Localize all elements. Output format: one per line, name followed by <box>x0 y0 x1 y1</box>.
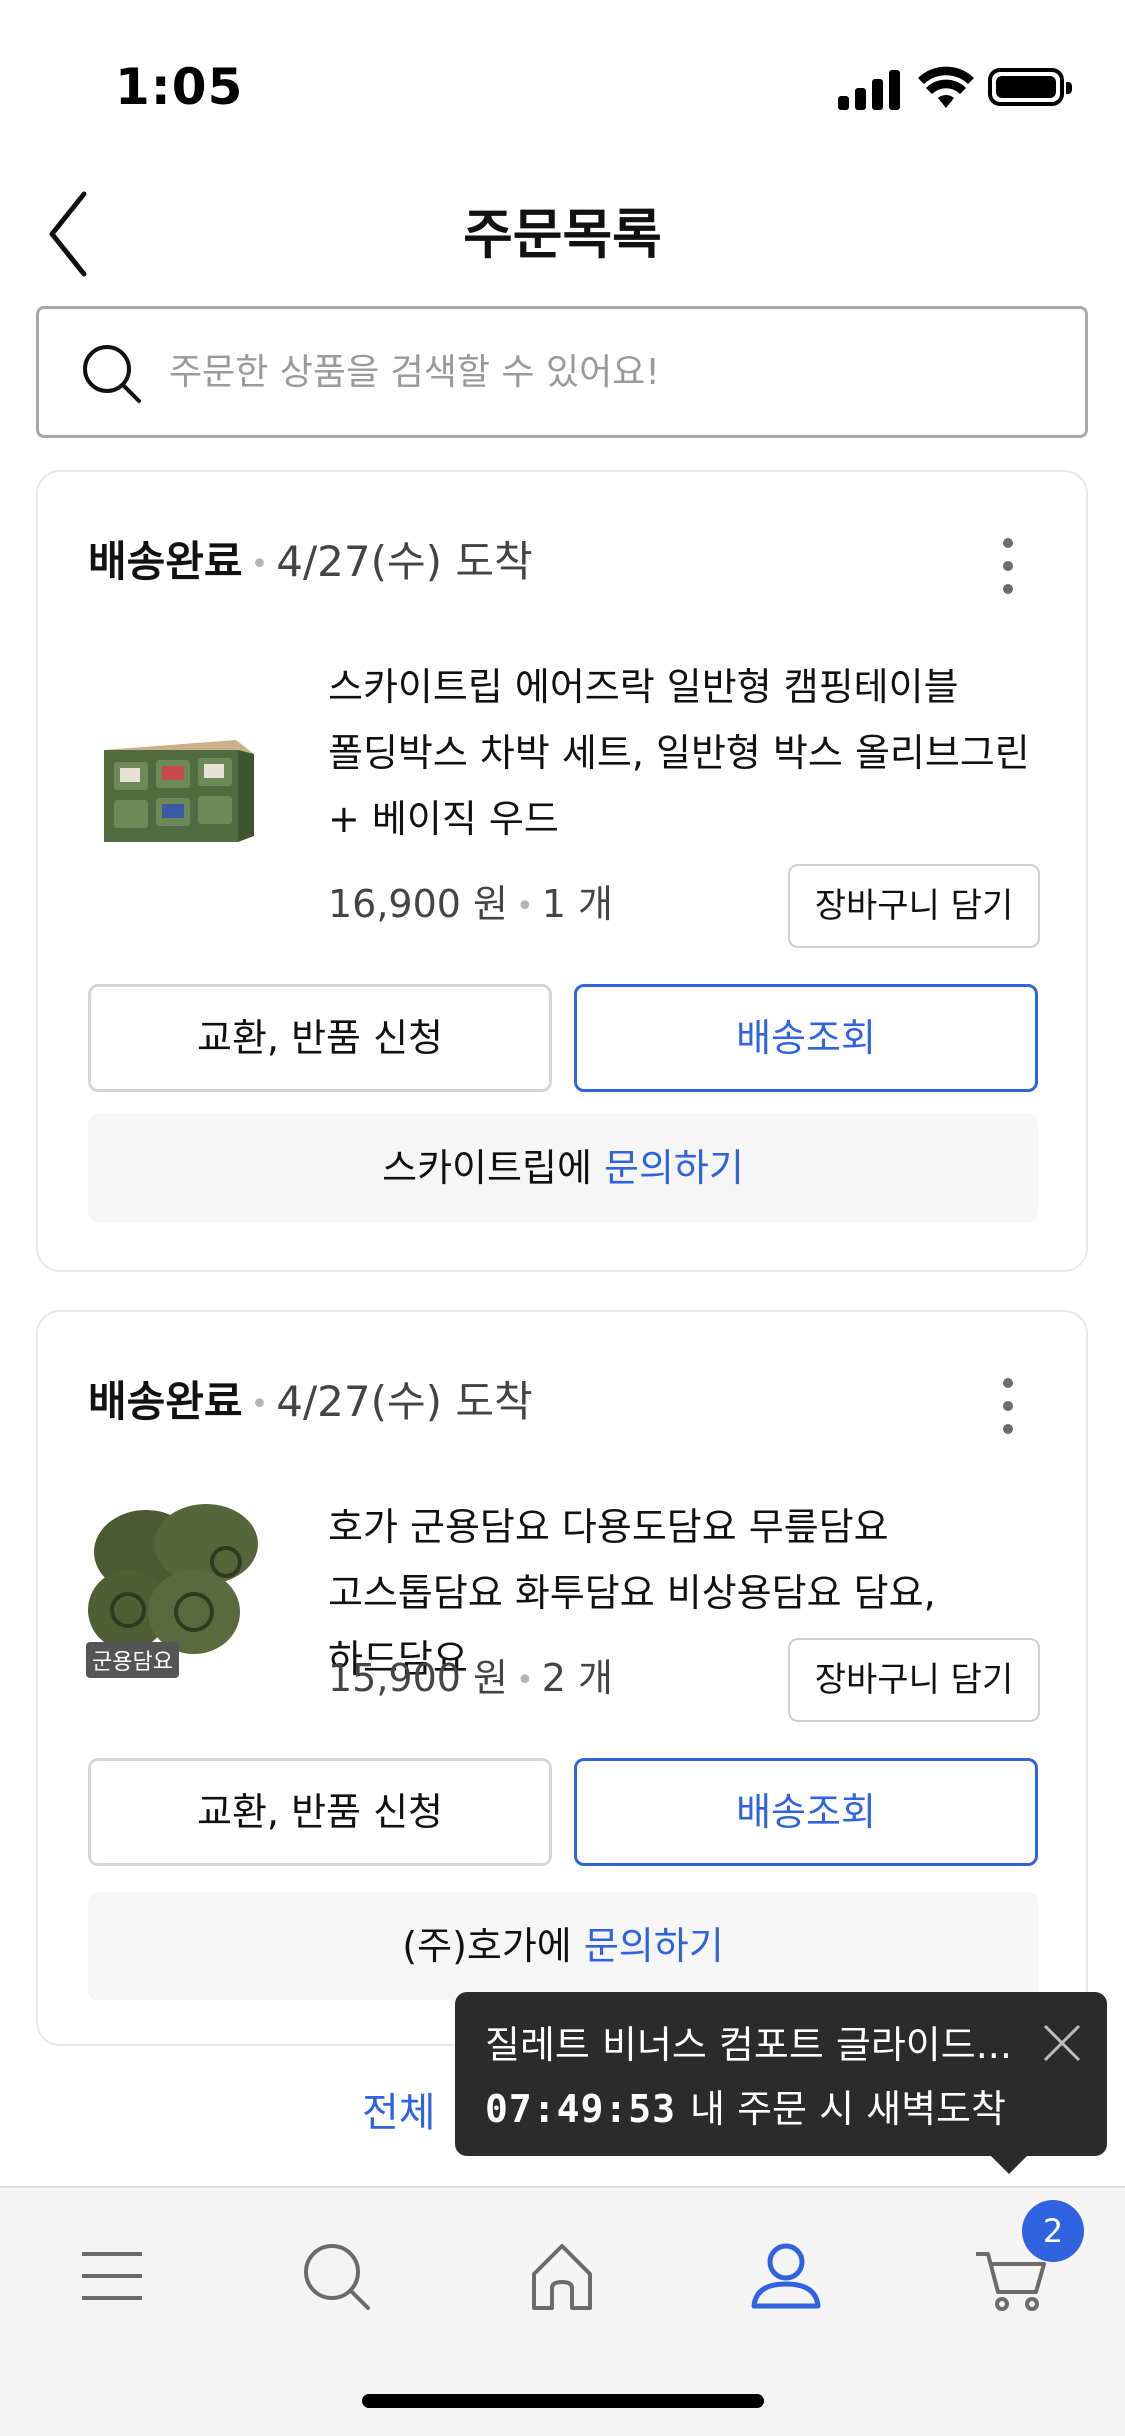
product-price: 16,900 원 <box>328 882 509 926</box>
home-indicator <box>362 2394 764 2408</box>
product-thumbnail[interactable] <box>86 686 268 868</box>
folding-box-icon <box>104 740 254 842</box>
user-icon[interactable] <box>736 2226 836 2326</box>
seller-name: 스카이트립에 <box>382 1146 592 1190</box>
exchange-return-button[interactable]: 교환, 반품 신청 <box>88 984 552 1092</box>
delivery-status: 배송완료 <box>88 1377 243 1426</box>
countdown-timer: 07:49:53 <box>485 2087 677 2131</box>
order-card: 배송완료 • 4/27(수) 도착 군용담요 호가 군용담요 다용도담요 무릎담요 … <box>36 1310 1088 2046</box>
order-actions: 교환, 반품 신청 배송조회 <box>88 1758 1038 1866</box>
more-options-icon[interactable] <box>1000 538 1016 594</box>
cart-count-badge: 2 <box>1022 2200 1084 2262</box>
track-delivery-button[interactable]: 배송조회 <box>574 984 1038 1092</box>
battery-icon <box>988 68 1072 106</box>
order-header: 배송완료 • 4/27(수) 도착 <box>88 532 533 592</box>
arrival-date: 4/27(수) 도착 <box>276 1377 533 1426</box>
search-input[interactable] <box>149 309 1069 435</box>
price-line: 15,900 원 • 2 개 <box>328 1656 613 1700</box>
toast-message-line: 07:49:53 내 주문 시 새벽도착 <box>485 2078 1006 2133</box>
search-icon[interactable] <box>286 2226 386 2326</box>
back-arrow-icon[interactable] <box>40 180 130 290</box>
exchange-return-button[interactable]: 교환, 반품 신청 <box>88 1758 552 1866</box>
track-delivery-button[interactable]: 배송조회 <box>574 1758 1038 1866</box>
order-header: 배송완료 • 4/27(수) 도착 <box>88 1372 533 1432</box>
product-quantity: 1 개 <box>541 882 613 926</box>
seller-inquiry-bar: 스카이트립에 문의하기 <box>88 1114 1038 1222</box>
order-card: 배송완료 • 4/27(수) 도착 스카이트립 에어즈락 일반형 캠핑테이블 폴… <box>36 470 1088 1272</box>
order-actions: 교환, 반품 신청 배송조회 <box>88 984 1038 1092</box>
status-bar: 1:05 <box>0 0 1125 170</box>
inquiry-link[interactable]: 문의하기 <box>604 1146 744 1190</box>
see-all-link[interactable]: 전체 <box>362 2080 436 2138</box>
search-box[interactable] <box>36 306 1088 438</box>
status-time: 1:05 <box>115 58 244 116</box>
delivery-status: 배송완료 <box>88 537 243 586</box>
order-list-page: 1:05 주문목록 배송완료•4/27(수) 도착 <box>0 0 1125 2436</box>
thumbnail-label: 군용담요 <box>86 1642 179 1678</box>
order-toast[interactable]: 질레트 비너스 컴포트 글라이드... 07:49:53 내 주문 시 새벽도착 <box>455 1992 1107 2174</box>
dot-separator: • <box>250 1386 269 1422</box>
page-title: 주문목록 <box>463 203 662 266</box>
close-icon[interactable] <box>1041 2022 1083 2064</box>
price-line: 16,900 원 • 1 개 <box>328 882 613 926</box>
cellular-signal-icon <box>838 68 902 110</box>
search-icon <box>83 345 141 403</box>
more-options-icon[interactable] <box>1000 1378 1016 1434</box>
product-thumbnail[interactable]: 군용담요 <box>86 1492 268 1678</box>
add-to-cart-button[interactable]: 장바구니 담기 <box>788 1638 1040 1722</box>
seller-name: (주)호가에 <box>402 1924 572 1968</box>
add-to-cart-button[interactable]: 장바구니 담기 <box>788 864 1040 948</box>
menu-icon[interactable] <box>62 2226 162 2326</box>
header: 주문목록 <box>0 170 1125 300</box>
dot-separator: • <box>250 546 269 582</box>
wifi-icon <box>918 66 974 108</box>
seller-inquiry-bar: (주)호가에 문의하기 <box>88 1892 1038 2000</box>
toast-title: 질레트 비너스 컴포트 글라이드... <box>485 2023 1012 2067</box>
arrival-date: 4/27(수) 도착 <box>276 537 533 586</box>
toast-message: 내 주문 시 새벽도착 <box>690 2087 1006 2131</box>
inquiry-link[interactable]: 문의하기 <box>584 1924 724 1968</box>
product-price: 15,900 원 <box>328 1656 509 1700</box>
product-name[interactable]: 스카이트립 에어즈락 일반형 캠핑테이블 폴딩박스 차박 세트, 일반형 박스 … <box>328 654 1048 852</box>
home-icon[interactable] <box>512 2226 612 2326</box>
product-quantity: 2 개 <box>541 1656 613 1700</box>
